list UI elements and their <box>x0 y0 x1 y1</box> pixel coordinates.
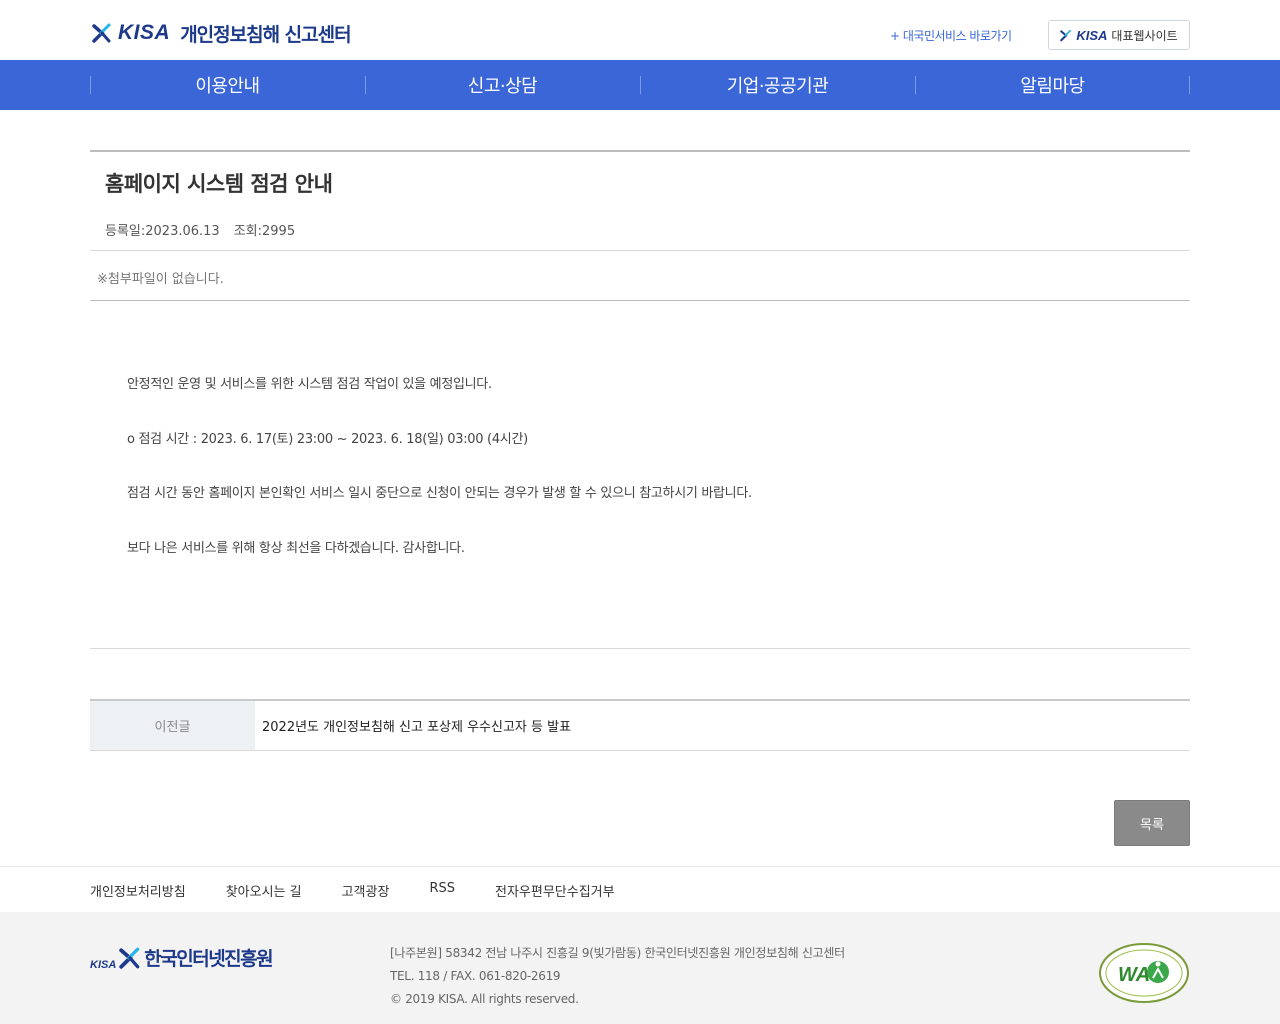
kisa-footer-icon <box>119 947 140 969</box>
article-title: 홈페이지 시스템 점검 안내 <box>105 172 333 196</box>
attachment-notice: ※첨부파일이 없습니다. <box>97 272 224 287</box>
footer-link-directions[interactable]: 찾아오시는 길 <box>226 881 302 900</box>
article-header: 홈페이지 시스템 점검 안내 등록일:2023.06.13 조회:2995 <box>90 150 1190 251</box>
list-button[interactable]: 목록 <box>1114 800 1190 846</box>
body-paragraph: 보다 나은 서비스를 위해 항상 최선을 다하겠습니다. 감사합니다. <box>127 541 465 556</box>
logo-brand: KISA <box>118 21 171 44</box>
nav-item-usage-guide[interactable]: 이용안내 <box>90 60 365 110</box>
article-views: 조회:2995 <box>233 224 296 239</box>
article: 홈페이지 시스템 점검 안내 등록일:2023.06.13 조회:2995 ※첨… <box>90 150 1190 649</box>
body-paragraph: 점검 시간 동안 홈페이지 본인확인 서비스 일시 중단으로 신청이 안되는 경… <box>127 486 752 501</box>
prev-post-row: 이전글 2022년도 개인정보침해 신고 포상제 우수신고자 등 발표 <box>90 699 1190 751</box>
wa-mark-text: WA <box>1118 964 1150 986</box>
prev-post-label: 이전글 <box>90 701 255 750</box>
footer-link-email-refusal[interactable]: 전자우편무단수집거부 <box>495 881 615 900</box>
main-site-label: 대표웹사이트 <box>1111 28 1178 43</box>
main-website-button[interactable]: KISA 대표웹사이트 <box>1048 20 1190 50</box>
body-paragraph: o 점검 시간 : 2023. 6. 17(토) 23:00 ~ 2023. 6… <box>127 432 528 447</box>
footer-link-customer[interactable]: 고객광장 <box>342 881 390 900</box>
footer-links: 개인정보처리방침 찾아오시는 길 고객광장 RSS 전자우편무단수집거부 <box>0 866 1280 912</box>
footer-info: [나주본원] 58342 전남 나주시 진흥길 9(빛가람동) 한국인터넷진흥원… <box>390 942 845 1011</box>
footer-copyright: © 2019 KISA. All rights reserved. <box>390 992 579 1006</box>
footer-tel: TEL. 118 / FAX. 061-820-2619 <box>390 969 561 983</box>
footer-logo-brand: KISA <box>90 959 117 971</box>
footer-logo: KISA 한국인터넷진흥원 <box>90 944 274 971</box>
logo-title: 개인정보침해 신고센터 <box>180 23 351 46</box>
web-accessibility-mark-icon: WA <box>1099 943 1189 1003</box>
article-body: 안정적인 운영 및 서비스를 위한 시스템 점검 작업이 있을 예정입니다. o… <box>90 301 1190 649</box>
nav-item-report-consult[interactable]: 신고·상담 <box>365 60 640 110</box>
main-site-brand: KISA <box>1076 27 1108 43</box>
global-nav: 이용안내 신고·상담 기업·공공기관 알림마당 <box>0 60 1280 110</box>
site-logo[interactable]: KISA 개인정보침해 신고센터 <box>92 20 352 46</box>
kisa-mini-icon <box>1060 29 1072 41</box>
kisa-logo-icon <box>92 23 111 43</box>
site-header: KISA 개인정보침해 신고센터 + 대국민서비스 바로가기 KISA 대표웹사… <box>0 0 1280 60</box>
attachment-row: ※첨부파일이 없습니다. <box>90 251 1190 301</box>
footer-logo-name: 한국인터넷진흥원 <box>144 948 273 970</box>
footer-address: [나주본원] 58342 전남 나주시 진흥길 9(빛가람동) 한국인터넷진흥원… <box>390 946 845 960</box>
article-meta: 등록일:2023.06.13 조회:2995 <box>105 220 295 239</box>
nav-item-enterprise-public[interactable]: 기업·공공기관 <box>640 60 915 110</box>
public-service-link[interactable]: + 대국민서비스 바로가기 <box>890 27 1012 44</box>
site-footer: KISA 한국인터넷진흥원 [나주본원] 58342 전남 나주시 진흥길 9(… <box>0 912 1280 1024</box>
footer-link-rss[interactable]: RSS <box>429 881 455 900</box>
prev-post-link[interactable]: 2022년도 개인정보침해 신고 포상제 우수신고자 등 발표 <box>255 701 571 750</box>
nav-item-notice[interactable]: 알림마당 <box>915 60 1190 110</box>
body-paragraph: 안정적인 운영 및 서비스를 위한 시스템 점검 작업이 있을 예정입니다. <box>127 377 492 392</box>
footer-link-privacy-policy[interactable]: 개인정보처리방침 <box>90 881 186 900</box>
article-date: 등록일:2023.06.13 <box>105 224 220 239</box>
